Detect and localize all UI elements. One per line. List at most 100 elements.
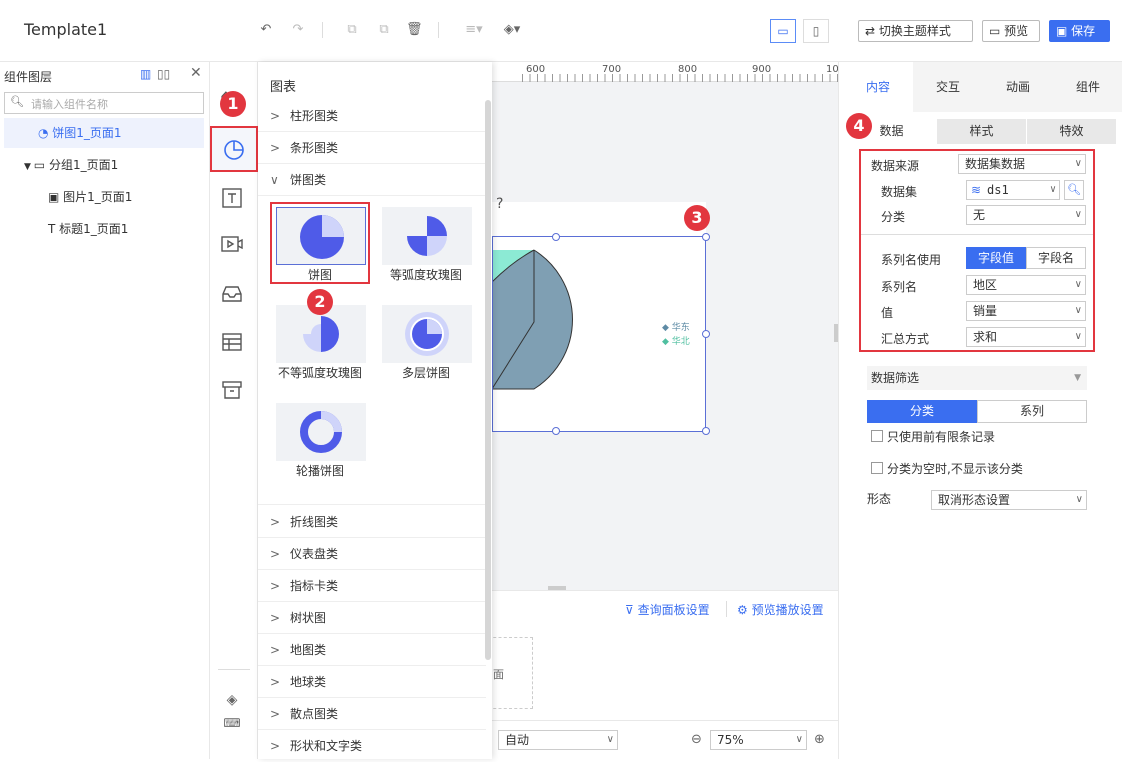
tab-interaction[interactable]: 交互 (913, 62, 983, 112)
data-source-select[interactable]: 数据集数据 ∨ (958, 154, 1086, 174)
subtab-style[interactable]: 样式 (937, 119, 1026, 144)
chevron-down-icon: ∨ (1074, 209, 1082, 220)
field-value-toggle[interactable]: 字段值 (966, 247, 1026, 269)
image-icon: ▣ (48, 190, 64, 204)
switch-theme-label: 切换主题样式 (878, 24, 951, 38)
summary-select[interactable]: 求和 ∨ (966, 327, 1086, 347)
switch-icon: ⇄ (865, 24, 879, 38)
category-label: 分类 (881, 210, 906, 224)
multi-layer-pie-thumb[interactable] (382, 305, 472, 363)
category-select[interactable]: 无 ∨ (966, 205, 1086, 225)
auto-value: 自动 (505, 733, 530, 747)
summary-value: 求和 (973, 330, 998, 344)
layers-icon[interactable]: ◈ (220, 692, 244, 716)
delete-icon[interactable]: 🗑 (406, 22, 423, 38)
close-icon[interactable]: ✕ (190, 65, 202, 81)
resize-handle[interactable] (702, 233, 710, 241)
zoom-out-icon[interactable]: ⊖ (691, 732, 702, 747)
component-icon-bar: ⌂ ◈ ⌨ (210, 62, 258, 759)
category-shape-text[interactable]: > 形状和文字类 (258, 730, 486, 762)
search-input[interactable]: 🔍︎ 请输入组件名称 (4, 92, 204, 114)
category-value: 无 (973, 208, 986, 222)
scrollbar[interactable] (485, 100, 491, 660)
zoom-select[interactable]: 75% ∨ (710, 730, 807, 750)
field-name-toggle[interactable]: 字段名 (1026, 247, 1086, 269)
query-panel-settings-link[interactable]: ⊽ 查询面板设置 (625, 601, 710, 618)
split-icon[interactable]: ▯▯ (157, 67, 170, 81)
category-globe[interactable]: > 地球类 (258, 666, 486, 698)
layout-icon[interactable]: ▥ (140, 67, 151, 81)
chart-widget[interactable]: ◆ 华东 ◆ 华北 (492, 202, 706, 432)
layer-item-image[interactable]: ▣ 图片1_页面1 (4, 182, 204, 212)
text-box-icon[interactable] (220, 186, 244, 210)
redo-icon[interactable]: ↷ (290, 22, 306, 38)
inbox-icon[interactable] (220, 282, 244, 306)
limit-records-checkbox[interactable] (871, 430, 883, 442)
preview-playback-settings-link[interactable]: ⚙ 预览播放设置 (737, 601, 824, 618)
desktop-view-icon[interactable]: ▭ (770, 19, 796, 43)
resize-handle[interactable] (702, 330, 710, 338)
table-icon[interactable] (220, 330, 244, 354)
save-button[interactable]: ▣ 保存 (1049, 20, 1110, 42)
copy-icon[interactable]: ⧉ (344, 22, 360, 38)
category-gauge[interactable]: > 仪表盘类 (258, 538, 486, 570)
resize-handle[interactable] (702, 427, 710, 435)
preview-button[interactable]: ▭ 预览 (982, 20, 1040, 42)
shape-select[interactable]: 取消形态设置 ∨ (931, 490, 1087, 510)
layer-item-pie[interactable]: ◔ 饼图1_页面1 (4, 118, 204, 148)
pie-icon: ◔ (38, 126, 53, 140)
video-icon[interactable] (220, 232, 244, 256)
category-line[interactable]: > 折线图类 (258, 506, 486, 538)
auto-select[interactable]: 自动 ∨ (498, 730, 618, 750)
hide-empty-checkbox[interactable] (871, 462, 883, 474)
category-scatter[interactable]: > 散点图类 (258, 698, 486, 730)
data-filter-header[interactable]: 数据筛选 ▼ (867, 366, 1087, 390)
equal-rose-thumb[interactable] (382, 207, 472, 265)
filter-series-tab[interactable]: 系列 (977, 400, 1087, 423)
tab-component[interactable]: 组件 (1053, 62, 1122, 112)
tab-content[interactable]: 内容 (843, 62, 913, 112)
resize-handle[interactable] (552, 427, 560, 435)
filter-category-tab[interactable]: 分类 (867, 400, 977, 423)
zoom-in-icon[interactable]: ⊕ (814, 732, 825, 747)
layer-item-title[interactable]: T 标题1_页面1 (4, 214, 204, 244)
category-kpi[interactable]: > 指标卡类 (258, 570, 486, 602)
series-name-select[interactable]: 地区 ∨ (966, 275, 1086, 295)
category-map[interactable]: > 地图类 (258, 634, 486, 666)
keyboard-icon[interactable]: ⌨ (220, 716, 244, 740)
chart-category-button[interactable] (210, 126, 258, 172)
tab-animation[interactable]: 动画 (983, 62, 1053, 112)
mobile-view-icon[interactable]: ▯ (803, 19, 829, 43)
value-select[interactable]: 销量 ∨ (966, 301, 1086, 321)
category-pie[interactable]: ∨ 饼图类 (258, 164, 486, 196)
series-name-label: 系列名 (881, 280, 918, 294)
undo-icon[interactable]: ↶ (258, 22, 274, 38)
dataset-label: 数据集 (881, 185, 918, 199)
layer-label: 图片1_页面1 (63, 190, 133, 204)
layer-item-group[interactable]: ▼ ▭ 分组1_页面1 (4, 150, 204, 180)
chart-picker-dropdown: 图表 > 柱形图类 > 条形图类 ∨ 饼图类 饼图 等弧度玫瑰图 不等弧度玫瑰图 多层… (258, 62, 492, 759)
layers-stack-icon[interactable]: ◈▾ (500, 22, 524, 38)
category-label: 仪表盘类 (290, 547, 339, 561)
pie-chart-thumb[interactable] (276, 207, 366, 265)
archive-icon[interactable] (220, 378, 244, 402)
chevron-down-icon: ∨ (270, 173, 279, 187)
layer-label: 饼图1_页面1 (52, 126, 122, 140)
paste-icon[interactable]: ⧉ (376, 22, 392, 38)
category-tree[interactable]: > 树状图 (258, 602, 486, 634)
subtab-effect[interactable]: 特效 (1027, 119, 1116, 144)
category-label: 地球类 (290, 675, 327, 689)
selection-box[interactable] (492, 236, 706, 432)
step-badge-1: 1 (220, 91, 246, 117)
resize-handle[interactable] (552, 233, 560, 241)
design-canvas[interactable]: ◆ 华东 ◆ 华北 ? (492, 62, 838, 590)
help-icon[interactable]: ? (496, 196, 503, 212)
align-icon[interactable]: ≡▾ (462, 22, 486, 38)
bottom-settings-panel: ⊽ 查询面板设置 ⚙ 预览播放设置 面 (488, 590, 838, 720)
dataset-select[interactable]: ≋ ds1 ∨ (966, 180, 1060, 200)
carousel-pie-thumb[interactable] (276, 403, 366, 461)
switch-theme-button[interactable]: ⇄ 切换主题样式 (858, 20, 973, 42)
category-column[interactable]: > 条形图类 (258, 132, 486, 164)
search-icon[interactable]: 🔍︎ (1064, 180, 1084, 200)
category-bar[interactable]: > 柱形图类 (258, 100, 486, 132)
